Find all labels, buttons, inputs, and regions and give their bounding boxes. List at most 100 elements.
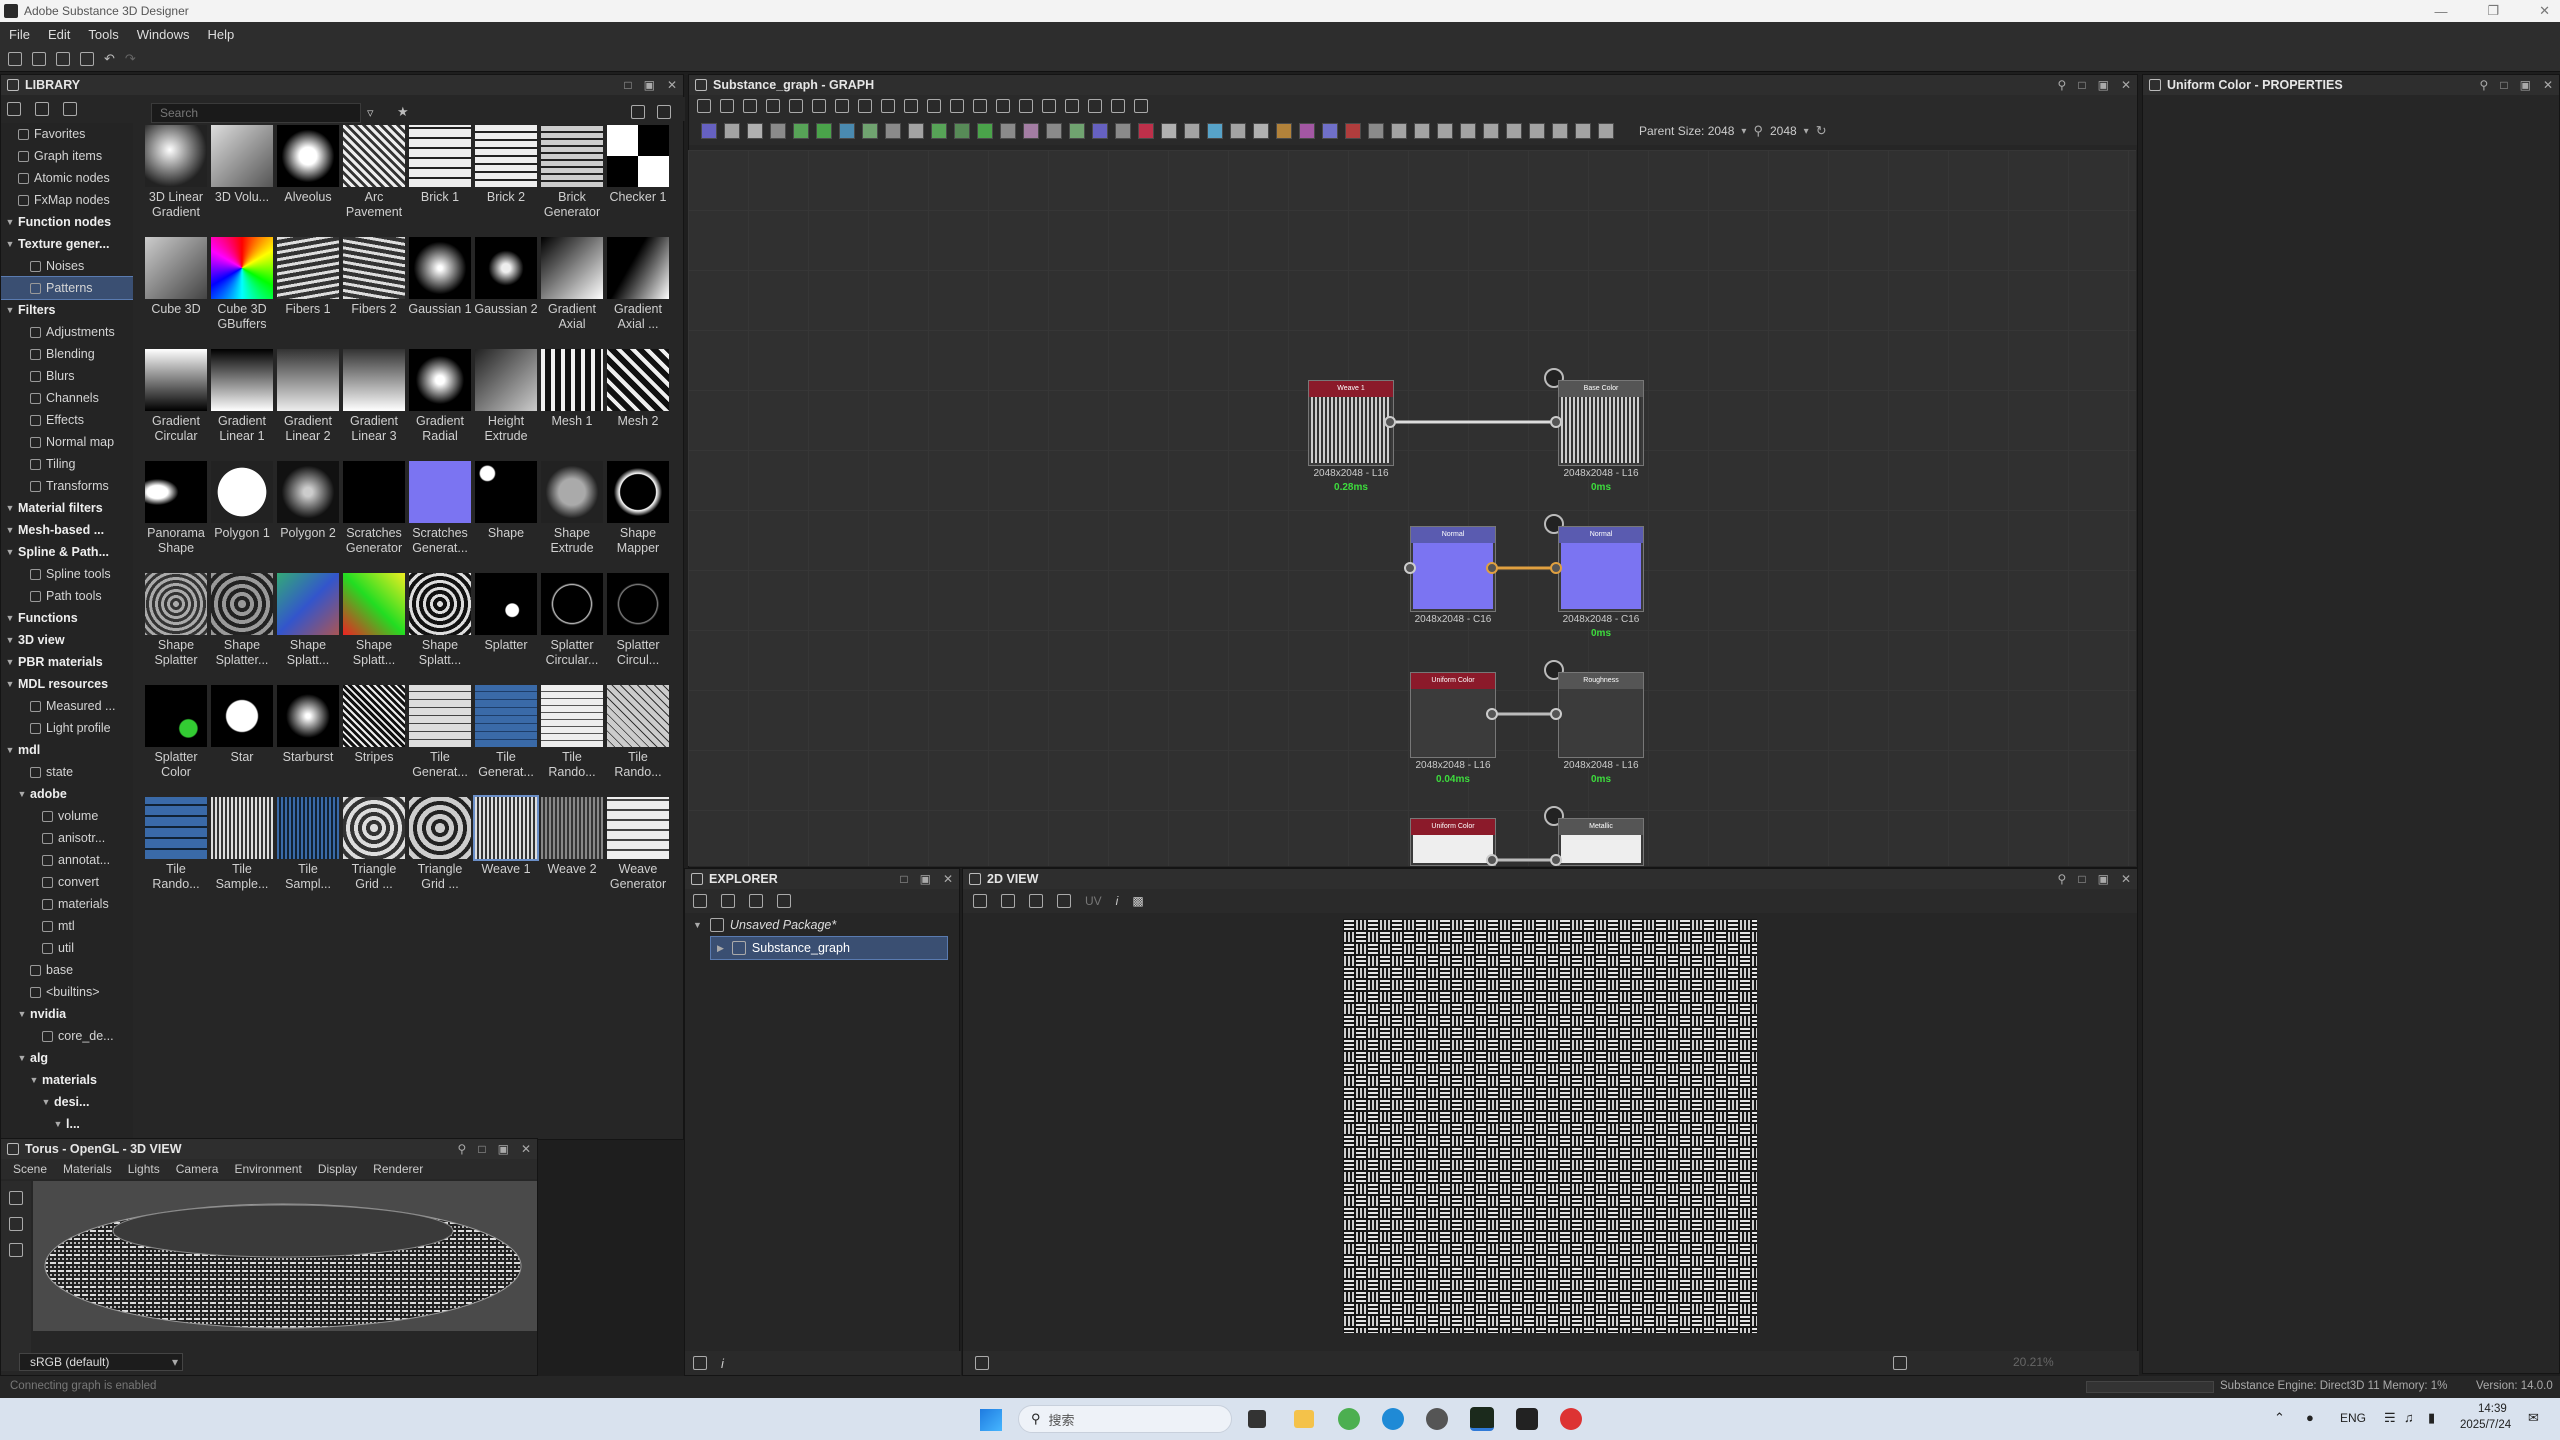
node-input-port[interactable] — [1550, 708, 1562, 720]
tile-icon[interactable] — [1057, 894, 1071, 908]
library-item[interactable]: Polygon 2 — [275, 459, 341, 571]
library-tree-item[interactable]: ▼ adobe — [1, 783, 133, 805]
menu-windows[interactable]: Windows — [128, 27, 199, 42]
library-item[interactable]: Polygon 1 — [209, 459, 275, 571]
node-output-port[interactable] — [1486, 854, 1498, 866]
fit-icon[interactable] — [973, 894, 987, 908]
graph-node-shortcut-icon[interactable] — [1253, 123, 1269, 139]
notification-icon[interactable]: ✉ — [2528, 1410, 2539, 1426]
graph-node-shortcut-icon[interactable] — [1529, 123, 1545, 139]
view3d-menu-camera[interactable]: Camera — [176, 1162, 219, 1176]
expand-toggle-icon[interactable]: ▼ — [5, 239, 15, 249]
node-input-port[interactable] — [1550, 562, 1562, 574]
filter-icon[interactable]: ▿ — [367, 105, 374, 121]
library-item[interactable]: Cube 3D GBuffers — [209, 235, 275, 347]
graph-link-icon[interactable] — [693, 1356, 707, 1370]
library-tree-item[interactable]: volume — [1, 805, 133, 827]
substance-designer-icon[interactable] — [1470, 1407, 1494, 1431]
close-panel-icon[interactable]: ✕ — [521, 1142, 531, 1156]
library-tree-item[interactable]: ▼ PBR materials — [1, 651, 133, 673]
library-tree-item[interactable]: Favorites — [1, 123, 133, 145]
library-tree-item[interactable]: Light profile — [1, 717, 133, 739]
taskview-icon[interactable] — [1248, 1410, 1266, 1428]
library-tree-item[interactable]: annotat... — [1, 849, 133, 871]
clock-date[interactable]: 2025/7/24 — [2460, 1419, 2511, 1431]
library-tree-item[interactable]: ▼ materials — [1, 1069, 133, 1091]
library-item[interactable]: Stripes — [341, 683, 407, 795]
graph-node-shortcut-icon[interactable] — [1460, 123, 1476, 139]
pin-icon[interactable]: ⚲ — [2058, 78, 2067, 92]
volume-icon[interactable]: ♫ — [2404, 1410, 2414, 1425]
maximize-panel-icon[interactable]: ▣ — [2098, 872, 2109, 886]
library-item[interactable]: Splatter — [473, 571, 539, 683]
graph-tool-icon[interactable] — [996, 99, 1010, 113]
expand-toggle-icon[interactable]: ▼ — [5, 547, 15, 557]
library-item[interactable]: Alveolus — [275, 123, 341, 235]
export-icon[interactable] — [721, 894, 735, 908]
view3d-menu-environment[interactable]: Environment — [234, 1162, 301, 1176]
library-tree-item[interactable]: Measured ... — [1, 695, 133, 717]
menu-help[interactable]: Help — [198, 27, 243, 42]
float-icon[interactable]: □ — [900, 872, 907, 886]
expand-toggle-icon[interactable]: ▼ — [5, 657, 15, 667]
library-item[interactable]: Arc Pavement — [341, 123, 407, 235]
library-item[interactable]: Scratches Generator — [341, 459, 407, 571]
redo-icon[interactable]: ↷ — [125, 51, 136, 67]
menu-edit[interactable]: Edit — [39, 27, 79, 42]
library-tree-item[interactable]: ▼ desi... — [1, 1091, 133, 1113]
graph-node-shortcut-icon[interactable] — [931, 123, 947, 139]
node-input-port[interactable] — [1550, 854, 1562, 866]
graph-node-shortcut-icon[interactable] — [977, 123, 993, 139]
environment-icon[interactable] — [9, 1243, 23, 1257]
library-item[interactable]: Scratches Generat... — [407, 459, 473, 571]
chevron-down-icon[interactable]: ▼ — [693, 920, 702, 930]
graph-node-shortcut-icon[interactable] — [724, 123, 740, 139]
close-panel-icon[interactable]: ✕ — [2121, 872, 2131, 886]
graph-tool-icon[interactable] — [1065, 99, 1079, 113]
close-panel-icon[interactable]: ✕ — [667, 78, 677, 92]
graph-node-shortcut-icon[interactable] — [1391, 123, 1407, 139]
library-item[interactable]: Weave Generator — [605, 795, 671, 907]
library-tree-item[interactable]: ▼ mdl — [1, 739, 133, 761]
graph-node-shortcut-icon[interactable] — [1184, 123, 1200, 139]
library-tree-item[interactable]: mtl — [1, 915, 133, 937]
battery-icon[interactable]: ▮ — [2428, 1410, 2435, 1426]
expand-toggle-icon[interactable]: ▼ — [5, 613, 15, 623]
library-tree-item[interactable]: ▼ Texture gener... — [1, 233, 133, 255]
tray-chevron-icon[interactable]: ⌃ — [2274, 1410, 2285, 1426]
new-graph-icon[interactable] — [8, 51, 22, 66]
graph-node-shortcut-icon[interactable] — [1161, 123, 1177, 139]
graph-node-shortcut-icon[interactable] — [1506, 123, 1522, 139]
channels-icon[interactable] — [1001, 894, 1015, 908]
graph-node-shortcut-icon[interactable] — [816, 123, 832, 139]
expand-toggle-icon[interactable]: ▼ — [5, 635, 15, 645]
library-item[interactable]: Splatter Circular... — [539, 571, 605, 683]
maximize-panel-icon[interactable]: ▣ — [498, 1142, 509, 1156]
library-tree-item[interactable]: ▼ 3D view — [1, 629, 133, 651]
maximize-panel-icon[interactable]: ▣ — [2520, 78, 2531, 92]
library-tree-item[interactable]: core_de... — [1, 1025, 133, 1047]
library-item[interactable]: Gradient Circular — [143, 347, 209, 459]
library-item[interactable]: Fibers 1 — [275, 235, 341, 347]
library-tree-item[interactable]: ▼ alg — [1, 1047, 133, 1069]
view3d-menu-lights[interactable]: Lights — [128, 1162, 160, 1176]
uv-toggle[interactable]: UV — [1085, 894, 1102, 908]
node-output-port[interactable] — [1486, 708, 1498, 720]
graph-tool-icon[interactable] — [1042, 99, 1056, 113]
library-tree-item[interactable]: state — [1, 761, 133, 783]
library-item[interactable]: Gradient Axial ... — [605, 235, 671, 347]
node-input-port[interactable] — [1404, 562, 1416, 574]
library-tree-item[interactable]: ▼ MDL resources — [1, 673, 133, 695]
pin-icon[interactable]: ⚲ — [2480, 78, 2489, 92]
new-package-icon[interactable] — [32, 51, 46, 66]
library-item[interactable]: Shape Splatter... — [209, 571, 275, 683]
graph-node-shortcut-icon[interactable] — [839, 123, 855, 139]
library-item[interactable]: Shape Splatt... — [407, 571, 473, 683]
library-item[interactable]: Shape Mapper — [605, 459, 671, 571]
library-item[interactable]: Splatter Color — [143, 683, 209, 795]
library-tree-item[interactable]: <builtins> — [1, 981, 133, 1003]
graph-canvas[interactable]: Weave 1 2048x2048 - L16 0.28ms Base Colo… — [688, 150, 2136, 866]
grid-view-icon[interactable] — [631, 105, 645, 119]
library-search-input[interactable]: Search — [151, 103, 361, 123]
graph-node-shortcut-icon[interactable] — [1575, 123, 1591, 139]
